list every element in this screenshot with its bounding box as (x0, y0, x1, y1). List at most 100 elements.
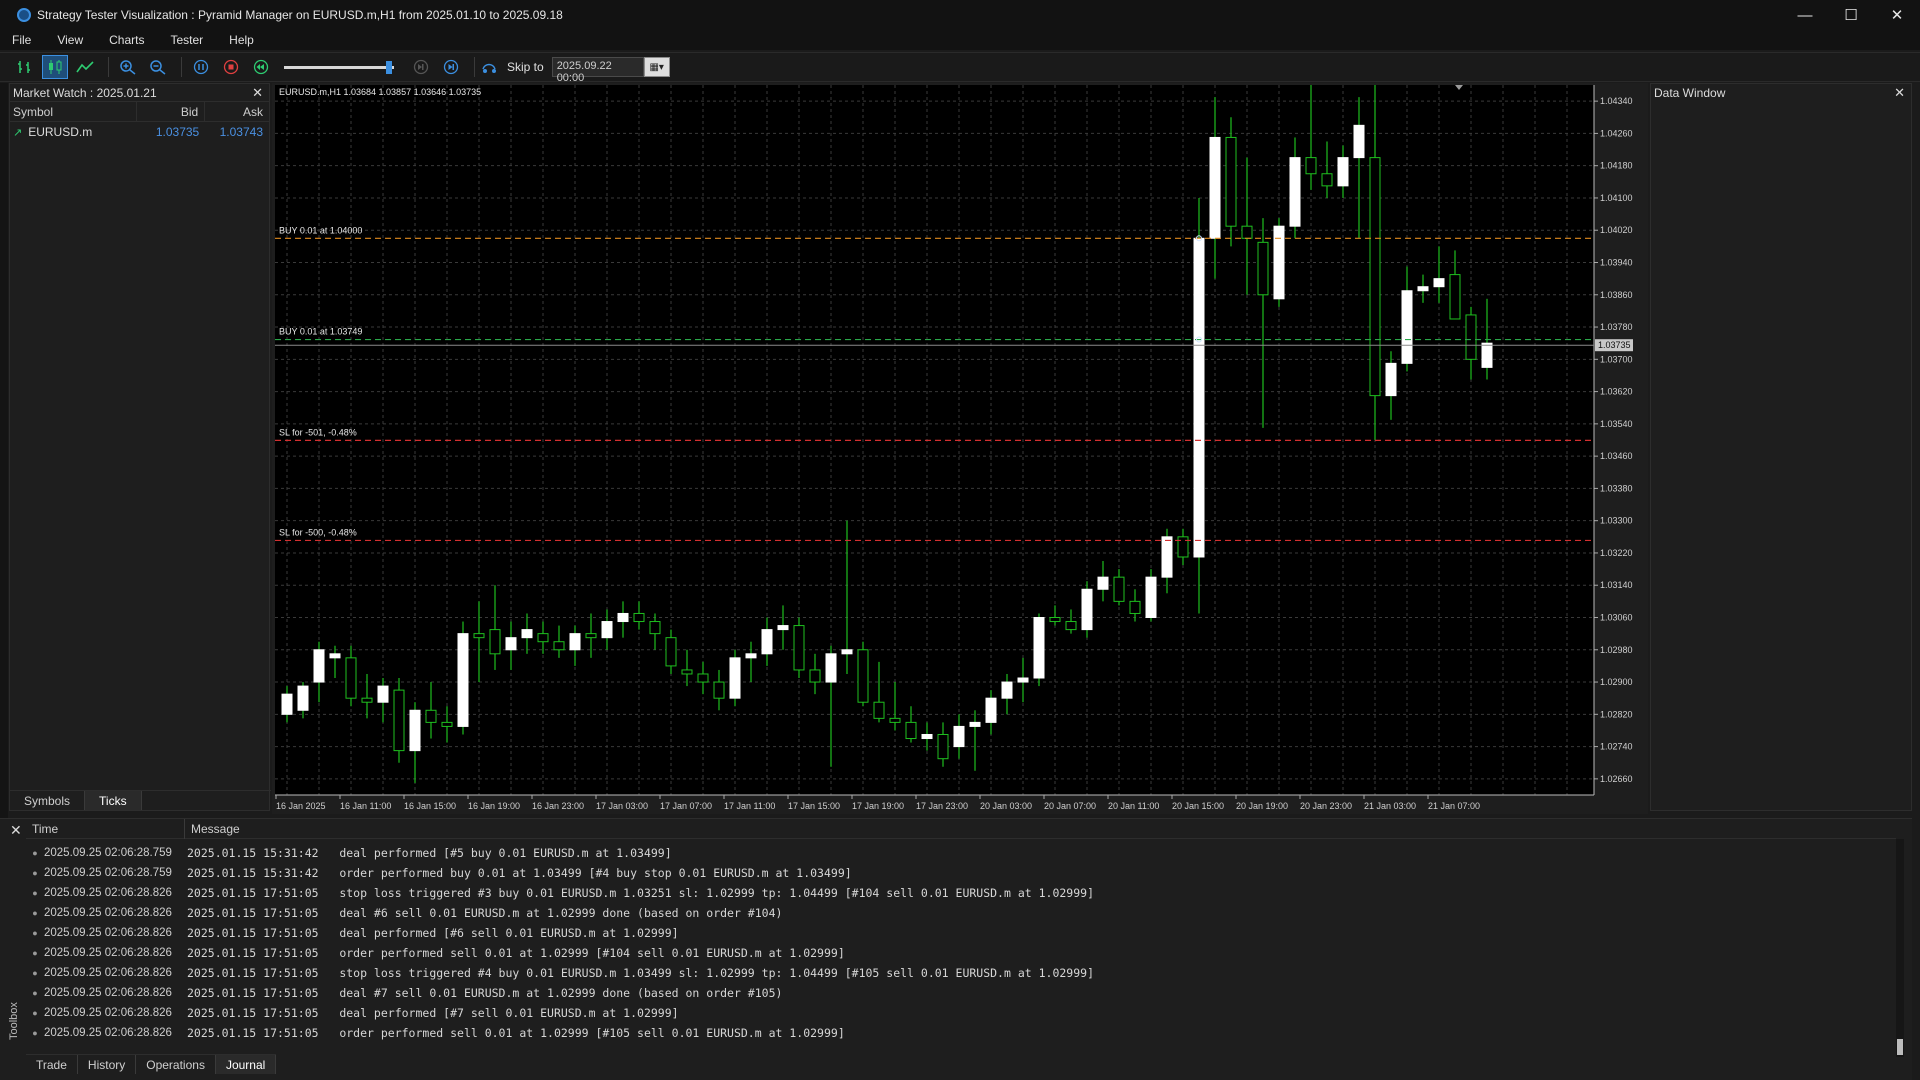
candlestick-icon (49, 60, 62, 74)
journal-row[interactable]: ● 2025.09.25 02:06:28.826 2025.01.15 17:51… (26, 943, 1896, 963)
line-chart-icon (76, 61, 94, 73)
bar-chart-icon (18, 61, 30, 73)
log-bullet-icon: ● (32, 1028, 38, 1038)
skip-date-input[interactable]: 2025.09.22 00:00 (551, 57, 644, 84)
tab-ticks[interactable]: Ticks (85, 791, 142, 810)
x-tick-label: 17 Jan 15:00 (788, 801, 840, 811)
calendar-dropdown-button[interactable]: ▦▾ (643, 57, 670, 77)
journal-row[interactable]: ● 2025.09.25 02:06:28.826 2025.01.15 17:51… (26, 923, 1896, 943)
y-tick-label: 1.04340 (1600, 96, 1633, 106)
y-tick-label: 1.04100 (1600, 193, 1633, 203)
tab-operations[interactable]: Operations (136, 1055, 216, 1074)
line-chart-button[interactable] (72, 55, 98, 79)
y-tick-label: 1.02900 (1600, 677, 1633, 687)
tab-symbols[interactable]: Symbols (10, 791, 86, 810)
candle-body (1449, 274, 1461, 320)
log-bullet-icon: ● (32, 928, 38, 938)
column-bid[interactable]: Bid (137, 101, 206, 122)
zoom-out-button[interactable] (145, 55, 171, 79)
journal-row[interactable]: ● 2025.09.25 02:06:28.826 2025.01.15 17:51… (26, 963, 1896, 983)
x-tick-label: 17 Jan 19:00 (852, 801, 904, 811)
scrollbar-thumb[interactable] (1897, 1039, 1903, 1055)
column-symbol[interactable]: Symbol (10, 101, 138, 122)
candle-body (665, 637, 677, 667)
close-button[interactable]: ✕ (1874, 0, 1920, 30)
speed-slider[interactable] (284, 61, 394, 74)
menu-tester[interactable]: Tester (170, 33, 203, 47)
order-level-label: SL for -501, -0.48% (279, 427, 357, 437)
market-watch-close-icon[interactable]: ✕ (252, 85, 263, 101)
market-watch-title: Market Watch : 2025.01.21 (13, 85, 157, 100)
tab-history[interactable]: History (78, 1055, 137, 1074)
y-tick-label: 1.03060 (1600, 613, 1633, 623)
market-watch-row[interactable]: ↗ EURUSD.m 1.03735 1.03743 (10, 122, 269, 142)
candle-body (1401, 290, 1413, 364)
column-ask[interactable]: Ask (205, 102, 269, 122)
tab-journal[interactable]: Journal (215, 1055, 277, 1074)
app-icon (17, 8, 31, 22)
zoom-in-button[interactable] (115, 55, 141, 79)
journal-row[interactable]: ● 2025.09.25 02:06:28.826 2025.01.15 17:51… (26, 983, 1896, 1003)
order-level-label: BUY 0.01 at 1.03749 (279, 327, 362, 337)
x-tick-label: 17 Jan 07:00 (660, 801, 712, 811)
log-time: 2025.09.25 02:06:28.759 (44, 867, 172, 879)
tab-trade[interactable]: Trade (26, 1055, 78, 1074)
menu-help[interactable]: Help (229, 33, 254, 47)
log-message: 2025.01.15 17:51:05 deal performed [#7 s… (187, 1006, 679, 1020)
candle-body (441, 721, 453, 727)
menu-view[interactable]: View (57, 33, 83, 47)
stop-button[interactable] (218, 55, 244, 79)
menu-charts[interactable]: Charts (109, 33, 144, 47)
y-tick-label: 1.04180 (1600, 161, 1633, 171)
log-bullet-icon: ● (32, 948, 38, 958)
toolbox-close-icon[interactable]: ✕ (10, 822, 22, 839)
menu-file[interactable]: File (12, 33, 31, 47)
bid-price: 1.03735 (155, 125, 200, 139)
bar-chart-button[interactable] (12, 55, 38, 79)
journal-row[interactable]: ● 2025.09.25 02:06:28.759 2025.01.15 15:31… (26, 863, 1896, 883)
candle-body (505, 637, 517, 651)
candle-body (1369, 157, 1381, 397)
maximize-button[interactable]: ☐ (1828, 0, 1874, 30)
candle-body (809, 669, 821, 683)
x-tick-label: 20 Jan 23:00 (1300, 801, 1352, 811)
pause-button[interactable] (188, 55, 214, 79)
chart-window[interactable]: 1.04340 1.04260 1.04180 1.04100 1.04020 1.039… (272, 83, 1648, 814)
candle-body (537, 633, 549, 643)
candle-body (905, 721, 917, 740)
journal-row[interactable]: ● 2025.09.25 02:06:28.826 2025.01.15 17:51… (26, 1003, 1896, 1023)
slider-thumb[interactable] (386, 61, 392, 74)
journal-row[interactable]: ● 2025.09.25 02:06:28.826 2025.01.15 17:51… (26, 1023, 1896, 1043)
minimize-button[interactable]: — (1782, 0, 1828, 30)
y-tick-label: 1.02820 (1600, 709, 1633, 719)
candle-body (1225, 136, 1237, 227)
x-tick-label: 16 Jan 15:00 (404, 801, 456, 811)
journal-row[interactable]: ● 2025.09.25 02:06:28.826 2025.01.15 17:51… (26, 883, 1896, 903)
candle-body (1017, 677, 1029, 683)
journal-list[interactable]: ● 2025.09.25 02:06:28.759 2025.01.15 15:31… (26, 843, 1896, 1043)
candle-body (1305, 157, 1317, 175)
candle-body (377, 685, 389, 703)
journal-scrollbar[interactable] (1896, 839, 1904, 1057)
step-button[interactable] (408, 55, 434, 79)
journal-row[interactable]: ● 2025.09.25 02:06:28.759 2025.01.15 15:31… (26, 843, 1896, 863)
journal-row[interactable]: ● 2025.09.25 02:06:28.826 2025.01.15 17:51… (26, 903, 1896, 923)
log-time: 2025.09.25 02:06:28.826 (44, 987, 172, 999)
x-tick-label: 20 Jan 03:00 (980, 801, 1032, 811)
column-time[interactable]: Time (26, 818, 185, 839)
x-tick-label: 16 Jan 23:00 (532, 801, 584, 811)
candle-body (425, 709, 437, 723)
log-bullet-icon: ● (32, 848, 38, 858)
data-window-title: Data Window (1654, 86, 1726, 100)
data-window-close-icon[interactable]: ✕ (1894, 85, 1905, 101)
step-back-button[interactable] (248, 55, 274, 79)
step-forward-button[interactable] (438, 55, 464, 79)
candle-body (1321, 173, 1333, 187)
candle-body (1049, 617, 1061, 623)
column-message[interactable]: Message (185, 822, 240, 836)
candle-body (1193, 237, 1205, 558)
candlestick-button[interactable] (42, 55, 68, 79)
candle-body (1113, 576, 1125, 602)
candle-body (857, 649, 869, 703)
price-chart[interactable]: 1.04340 1.04260 1.04180 1.04100 1.04020 1.039… (272, 83, 1648, 814)
